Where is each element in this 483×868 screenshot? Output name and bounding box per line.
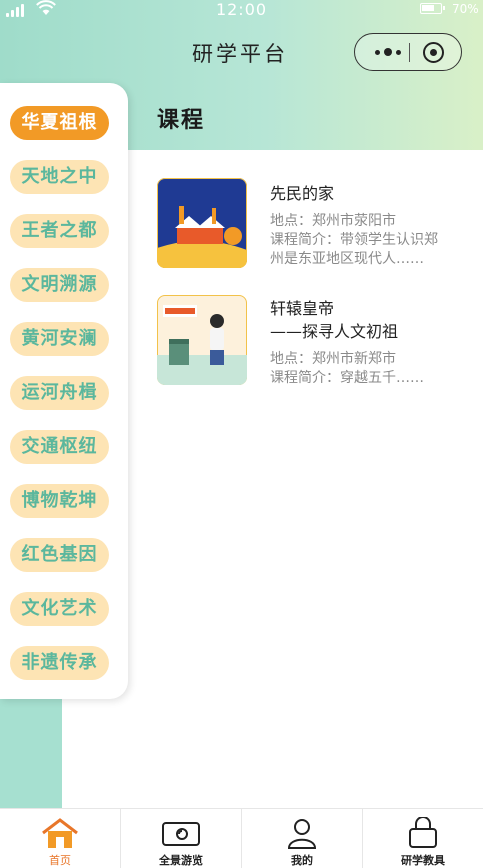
status-time: 12:00 bbox=[215, 0, 268, 19]
sidebar-item-tiandi-zhizhong[interactable]: 天地之中 bbox=[10, 160, 109, 194]
battery-percent: 70% bbox=[452, 2, 479, 16]
sidebar-item-wenming-suyuan[interactable]: 文明溯源 bbox=[10, 268, 109, 302]
course-title[interactable]: 轩辕皇帝 bbox=[270, 295, 334, 319]
sidebar-item-bowu-qiankun[interactable]: 博物乾坤 bbox=[10, 484, 109, 518]
bag-icon bbox=[409, 817, 437, 848]
sidebar-item-hongse-jiyin[interactable]: 红色基因 bbox=[10, 538, 109, 572]
mini-program-capsule bbox=[354, 33, 462, 71]
page-title: 研学平台 bbox=[192, 42, 288, 66]
course-title[interactable]: 先民的家 bbox=[270, 180, 334, 204]
sidebar-item-feiyi-chuancheng[interactable]: 非遗传承 bbox=[10, 646, 109, 680]
course-card[interactable]: 轩辕皇帝 ——探寻人文初祖 地点：郑州市新郑市 课程简介：穿越五千…… bbox=[157, 295, 467, 387]
tab-home[interactable]: 首页 bbox=[0, 809, 121, 868]
capsule-divider bbox=[409, 43, 410, 62]
tab-teaching-aids-label: 研学教具 bbox=[401, 854, 445, 867]
tab-panorama-label: 全景游览 bbox=[159, 854, 203, 867]
tab-panorama[interactable]: 全景游览 bbox=[121, 809, 242, 868]
tab-mine[interactable]: 我的 bbox=[242, 809, 363, 868]
tab-teaching-aids[interactable]: 研学教具 bbox=[363, 809, 483, 868]
course-card[interactable]: 先民的家 地点：郑州市荥阳市 课程简介：带领学生认识郑 州是东亚地区现代人…… bbox=[157, 178, 467, 270]
course-intro-line1: 课程简介：穿越五千…… bbox=[270, 370, 424, 386]
sidebar-item-huanghe-anlan[interactable]: 黄河安澜 bbox=[10, 322, 109, 356]
course-intro-line1: 课程简介：带领学生认识郑 bbox=[270, 232, 438, 248]
tab-mine-label: 我的 bbox=[291, 854, 313, 867]
home-icon bbox=[42, 818, 78, 848]
course-thumbnail[interactable] bbox=[157, 295, 247, 385]
more-options-icon[interactable] bbox=[369, 34, 407, 70]
category-sidebar: 华夏祖根 天地之中 王者之都 文明溯源 黄河安澜 运河舟楫 交通枢纽 博物乾坤 … bbox=[0, 83, 128, 699]
sidebar-item-wenhua-yishu[interactable]: 文化艺术 bbox=[10, 592, 109, 626]
course-intro-line2: 州是东亚地区现代人…… bbox=[270, 251, 424, 267]
status-bar: 12:00 70% bbox=[0, 0, 483, 20]
bottom-tab-bar: 首页 全景游览 我的 研学教具 bbox=[0, 808, 483, 868]
course-thumbnail[interactable] bbox=[157, 178, 247, 268]
sidebar-item-jiaotong-shuniu[interactable]: 交通枢纽 bbox=[10, 430, 109, 464]
sidebar-item-yunhe-zhouji[interactable]: 运河舟楫 bbox=[10, 376, 109, 410]
course-location: 地点：郑州市荥阳市 bbox=[270, 213, 396, 229]
section-title: 课程 bbox=[157, 108, 206, 133]
course-subtitle: ——探寻人文初祖 bbox=[270, 322, 399, 341]
tab-home-label: 首页 bbox=[49, 854, 71, 867]
user-icon bbox=[287, 819, 317, 849]
panorama-icon bbox=[162, 822, 200, 846]
course-location: 地点：郑州市新郑市 bbox=[270, 351, 396, 367]
sidebar-item-wangzhe-zhidu[interactable]: 王者之都 bbox=[10, 214, 109, 248]
battery-icon bbox=[420, 3, 445, 14]
close-mini-program-icon[interactable] bbox=[423, 42, 444, 63]
sidebar-item-huaxia-zugen[interactable]: 华夏祖根 bbox=[10, 106, 109, 140]
